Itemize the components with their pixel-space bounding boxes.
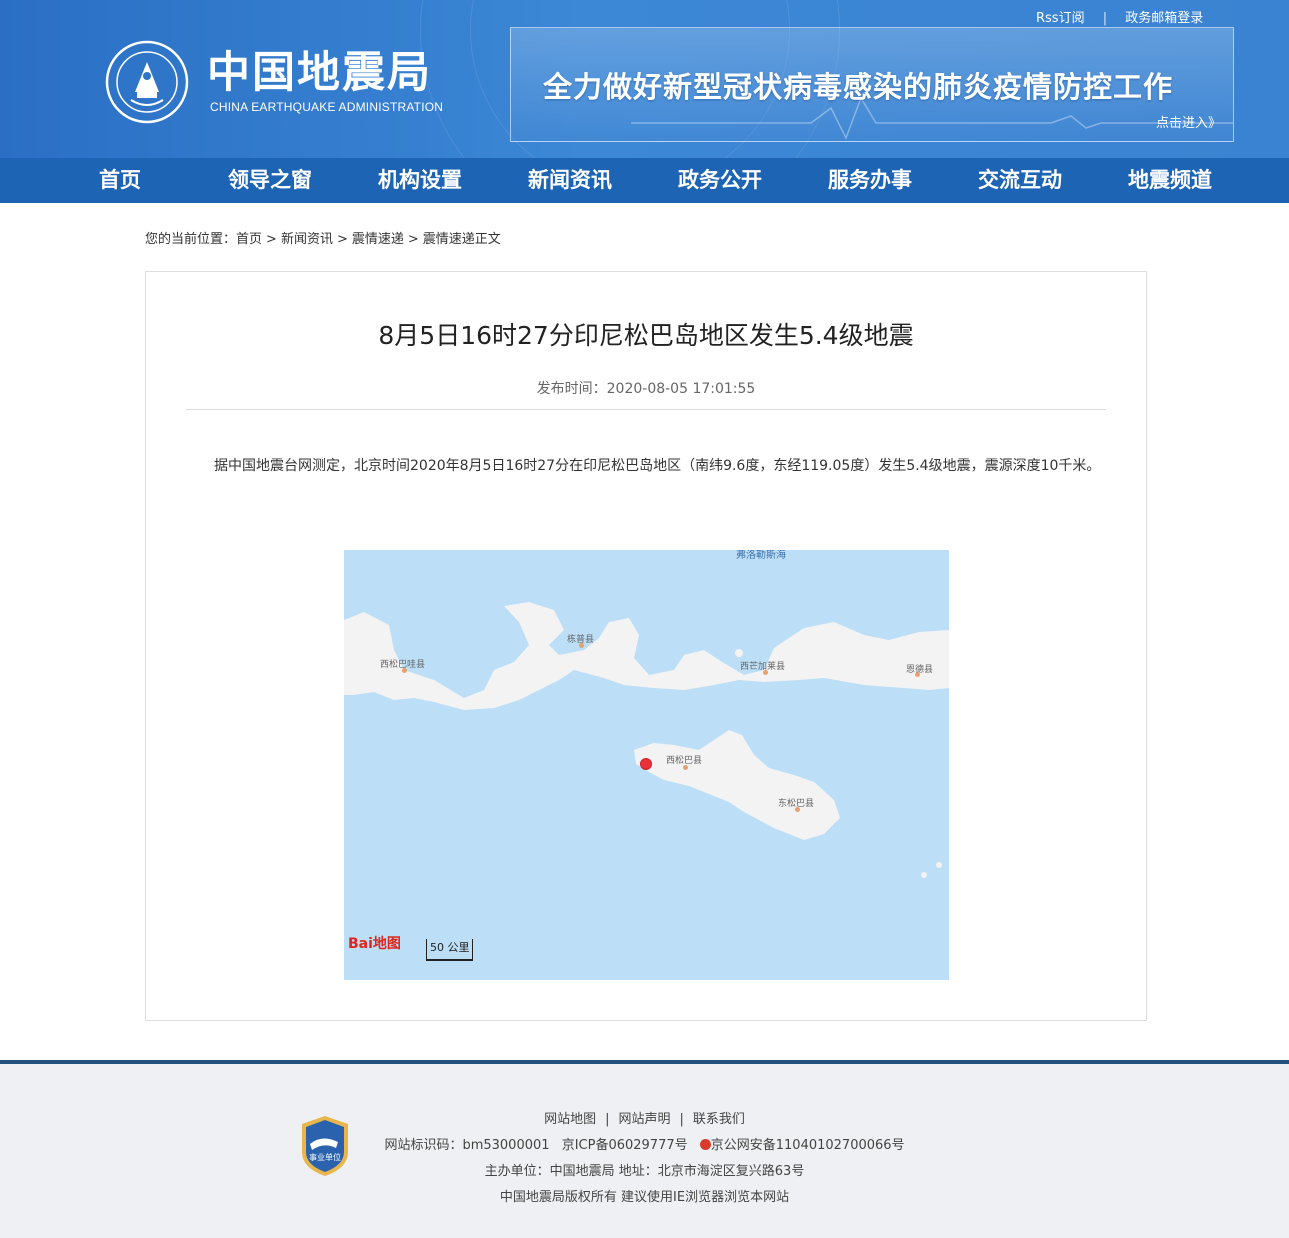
- map-label-sea: 弗洛勒斯海: [736, 550, 786, 561]
- cea-emblem-icon[interactable]: [105, 40, 189, 124]
- nav-item-news[interactable]: 新闻资讯: [495, 158, 645, 203]
- breadcrumb-news[interactable]: 新闻资讯: [281, 232, 333, 247]
- footer-statement-link[interactable]: 网站声明: [618, 1112, 670, 1127]
- publish-time: 发布时间：2020-08-05 17:01:55: [536, 381, 756, 397]
- nav-item-earthquake-channel[interactable]: 地震频道: [1095, 158, 1245, 203]
- article-title: 8月5日16时27分印尼松巴岛地区发生5.4级地震: [378, 321, 914, 350]
- separator: |: [605, 1112, 610, 1127]
- breadcrumb-current[interactable]: 震情速递正文: [423, 232, 501, 247]
- nav-item-services[interactable]: 服务办事: [795, 158, 945, 203]
- epicenter-map[interactable]: 弗洛勒斯海 西松巴哇县 栋普县 西芒加莱县 恩德县 西松巴县 东松巴县 Bai地…: [344, 550, 949, 980]
- nav-item-organization[interactable]: 机构设置: [345, 158, 495, 203]
- footer-contact-link[interactable]: 联系我们: [693, 1112, 745, 1127]
- breadcrumb: 您的当前位置：首页 > 新闻资讯 > 震情速递 > 震情速递正文: [145, 228, 501, 247]
- map-label-west-sumbawa: 西松巴哇县: [380, 660, 426, 670]
- nav-item-gov-affairs[interactable]: 政务公开: [645, 158, 795, 203]
- article-panel: 8月5日16时27分印尼松巴岛地区发生5.4级地震 发布时间：2020-08-0…: [145, 271, 1147, 1021]
- separator: |: [679, 1112, 684, 1127]
- baidu-logo-text: Bai地图: [348, 936, 401, 952]
- map-label-west-sumba: 西松巴县: [666, 756, 703, 766]
- breadcrumb-separator: >: [266, 232, 277, 247]
- police-badge-icon: [699, 1139, 711, 1150]
- separator: |: [1102, 11, 1108, 26]
- covid-banner[interactable]: 全力做好新型冠状病毒感染的肺炎疫情防控工作 点击进入》: [510, 27, 1234, 142]
- rss-link[interactable]: Rss订阅: [1036, 11, 1085, 26]
- site-id-text: 网站标识码：bm53000001: [384, 1138, 550, 1153]
- nav-item-home[interactable]: 首页: [45, 158, 195, 203]
- site-title[interactable]: 中国地震局: [207, 48, 432, 98]
- breadcrumb-separator: >: [336, 232, 348, 247]
- nav-item-leaders[interactable]: 领导之窗: [195, 158, 345, 203]
- footer-registration: 网站标识码：bm53000001 京ICP备06029777号 京公网安备110…: [0, 1134, 1289, 1153]
- breadcrumb-separator: >: [407, 232, 419, 247]
- breadcrumb-home[interactable]: 首页: [236, 232, 262, 247]
- epicenter-marker[interactable]: [640, 758, 652, 770]
- top-links: Rss订阅 | 政务邮箱登录: [1036, 7, 1203, 26]
- footer-host: 主办单位：中国地震局 地址：北京市海淀区复兴路63号: [484, 1164, 805, 1179]
- map-label-east-sumba: 东松巴县: [778, 799, 815, 809]
- icp-link[interactable]: 京ICP备06029777号: [562, 1138, 688, 1153]
- article-body: 据中国地震台网测定，北京时间2020年8月5日16时27分在印尼松巴岛地区（南纬…: [214, 458, 1101, 474]
- gov-mail-login-link[interactable]: 政务邮箱登录: [1125, 11, 1203, 26]
- nav-item-interaction[interactable]: 交流互动: [945, 158, 1095, 203]
- baidu-map-logo[interactable]: Bai地图: [348, 933, 401, 959]
- breadcrumb-prefix: 您的当前位置：: [145, 232, 237, 247]
- banner-enter-link[interactable]: 点击进入》: [1156, 112, 1221, 131]
- map-label-bima: 栋普县: [567, 635, 595, 645]
- site-header: Rss订阅 | 政务邮箱登录 中国地震局 CHINA EARTHQUAKE AD…: [0, 0, 1289, 158]
- divider: [186, 409, 1106, 410]
- footer-copyright: 中国地震局版权所有 建议使用IE浏览器浏览本网站: [499, 1190, 790, 1205]
- banner-headline: 全力做好新型冠状病毒感染的肺炎疫情防控工作: [543, 70, 1174, 104]
- footer-sitemap-link[interactable]: 网站地图: [544, 1112, 596, 1127]
- site-subtitle: CHINA EARTHQUAKE ADMINISTRATION: [210, 100, 444, 114]
- main-nav: 首页 领导之窗 机构设置 新闻资讯 政务公开 服务办事 交流互动 地震频道: [0, 158, 1289, 203]
- breadcrumb-quake-express[interactable]: 震情速递: [352, 232, 404, 247]
- site-footer: 事业单位 网站地图 | 网站声明 | 联系我们 网站标识码：bm53000001 京IC…: [0, 1060, 1289, 1238]
- map-label-ende: 恩德县: [906, 665, 934, 675]
- map-scale-bar: 50 公里: [426, 939, 473, 961]
- map-label-west-manggarai: 西芒加莱县: [740, 662, 786, 672]
- footer-links: 网站地图 | 网站声明 | 联系我们: [0, 1108, 1289, 1127]
- public-security-link[interactable]: 京公网安备11040102700066号: [711, 1138, 905, 1153]
